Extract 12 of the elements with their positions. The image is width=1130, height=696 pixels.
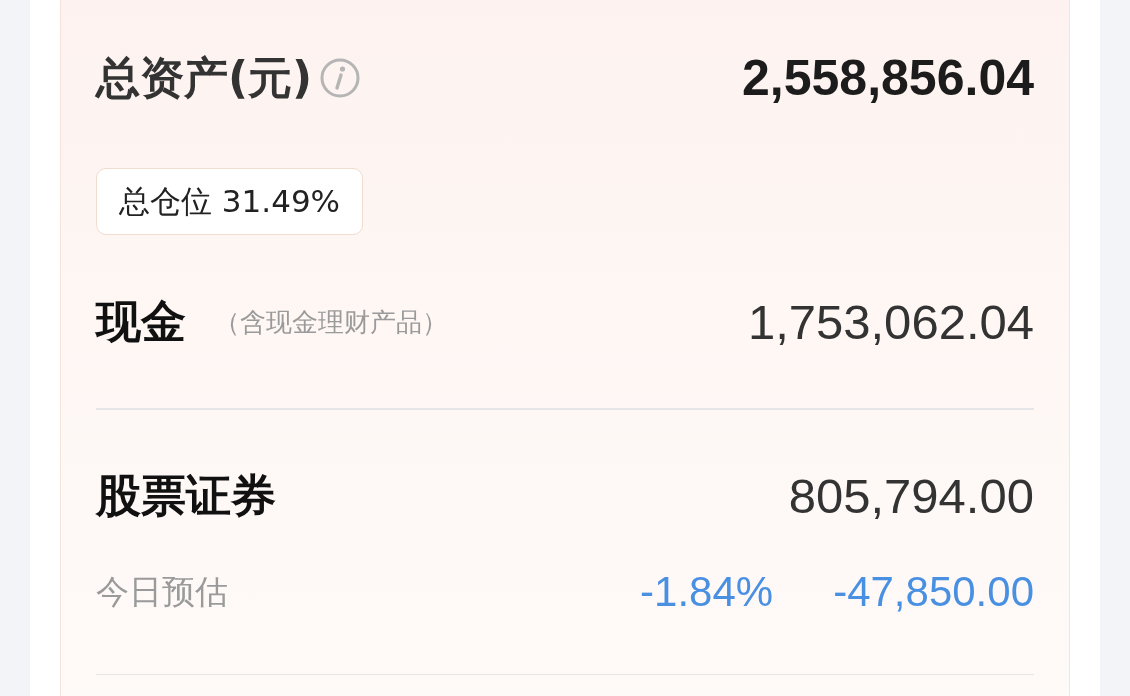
cash-label: 现金 [96, 294, 186, 350]
total-assets-value: 2,558,856.04 [742, 49, 1034, 108]
today-change-amount: -47,850.00 [833, 566, 1034, 617]
info-icon[interactable] [320, 58, 361, 98]
cash-value: 1,753,062.04 [747, 294, 1034, 351]
total-assets-label: 总资产(元) [96, 51, 313, 105]
securities-label: 股票证券 [96, 467, 276, 524]
cash-note: （含现金理财产品） [214, 306, 448, 339]
securities-value: 805,794.00 [788, 467, 1034, 525]
today-estimate-label: 今日预估 [96, 570, 228, 613]
total-position: 总仓位 31.49% [96, 168, 364, 235]
today-change-percent: -1.84% [640, 566, 774, 617]
